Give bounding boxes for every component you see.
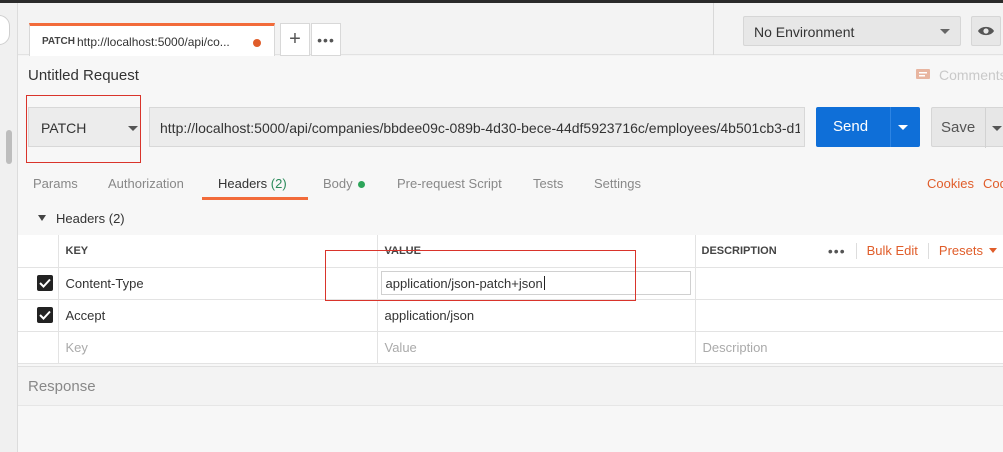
tab-method: PATCH [42, 36, 75, 47]
request-builder: Untitled Request Comments PATCH http://l… [18, 56, 1003, 452]
new-description-input[interactable]: Description [696, 340, 768, 355]
presets-label: Presets [938, 243, 983, 259]
new-value-input[interactable]: Value [378, 340, 417, 355]
table-row: Accept application/json [18, 299, 1003, 332]
header-description[interactable] [696, 308, 703, 323]
plus-icon: + [289, 28, 301, 50]
tab-headers-label: Headers [218, 176, 268, 191]
comments-label: Comments [939, 67, 1003, 83]
more-options-icon[interactable]: ••• [818, 243, 856, 259]
new-key-input[interactable]: Key [59, 340, 88, 355]
comment-icon [916, 69, 930, 79]
request-tab-bar: PATCH http://localhost:5000/api/co... + … [18, 3, 1003, 56]
save-divider [985, 108, 986, 148]
request-tab[interactable]: PATCH http://localhost:5000/api/co... [29, 23, 275, 56]
description-column-header: DESCRIPTION ••• Bulk Edit Presets [695, 235, 1003, 268]
tab-url: http://localhost:5000/api/co... [77, 35, 230, 49]
checkbox-column-header [18, 235, 59, 268]
response-panel-header[interactable]: Response [18, 366, 1003, 406]
save-options-chevron-icon[interactable] [992, 126, 1002, 131]
tab-params[interactable]: Params [33, 176, 78, 191]
tab-body[interactable]: Body [323, 176, 365, 191]
tab-options-button[interactable]: ••• [311, 23, 341, 56]
row-checkbox[interactable] [37, 275, 53, 291]
comments-button[interactable]: Comments [915, 67, 1003, 83]
tab-headers[interactable]: Headers (2) [218, 176, 287, 191]
more-icon: ••• [317, 31, 335, 48]
response-panel-body [18, 407, 1003, 452]
unsaved-dot-icon [253, 39, 261, 47]
header-value[interactable]: application/json [378, 308, 475, 323]
chevron-down-icon [989, 248, 997, 254]
collapse-triangle-icon[interactable] [38, 215, 46, 221]
request-title: Untitled Request [28, 67, 139, 84]
row-checkbox[interactable] [37, 307, 53, 323]
environment-label: No Environment [754, 24, 855, 40]
save-button[interactable]: Save [931, 107, 1003, 148]
response-label: Response [28, 378, 96, 395]
chevron-down-icon [940, 29, 950, 34]
tab-tests[interactable]: Tests [533, 176, 563, 191]
header-key[interactable]: Accept [59, 308, 106, 323]
tab-divider [713, 3, 714, 55]
send-label: Send [833, 118, 869, 135]
sidebar-collapsed [0, 3, 18, 452]
headers-section-header[interactable]: Headers (2) [18, 203, 1003, 235]
environment-select[interactable]: No Environment [743, 16, 961, 46]
code-link[interactable]: Code [983, 176, 1003, 191]
eye-icon [978, 26, 994, 36]
checkmark-icon [39, 310, 51, 320]
annotation-box-method [26, 95, 141, 163]
cookies-link[interactable]: Cookies [927, 176, 974, 191]
bulk-edit-link[interactable]: Bulk Edit [857, 243, 928, 258]
tab-body-label: Body [323, 176, 353, 191]
checkmark-icon [39, 278, 51, 288]
send-divider [890, 107, 891, 147]
annotation-box-value [325, 250, 636, 301]
header-description[interactable] [696, 276, 703, 291]
presets-dropdown[interactable]: Presets [929, 243, 997, 258]
active-tab-indicator [202, 197, 308, 200]
environment-quick-look-button[interactable] [971, 16, 1001, 46]
save-label: Save [941, 119, 976, 136]
header-key[interactable]: Content-Type [59, 276, 144, 291]
url-input[interactable]: http://localhost:5000/api/companies/bbde… [149, 107, 805, 147]
tab-authorization[interactable]: Authorization [108, 176, 184, 191]
table-row-new: Key Value Description [18, 331, 1003, 364]
description-label: DESCRIPTION [701, 244, 777, 257]
tab-prerequest-script[interactable]: Pre-request Script [397, 176, 502, 191]
request-tabs: Params Authorization Headers (2) Body Pr… [18, 166, 1003, 201]
new-tab-button[interactable]: + [280, 23, 310, 56]
tab-settings[interactable]: Settings [594, 176, 641, 191]
sidebar-scrollbar[interactable] [6, 130, 12, 164]
sidebar-toggle-button[interactable] [0, 15, 10, 45]
headers-section-title: Headers (2) [56, 211, 125, 226]
send-options-chevron-icon[interactable] [898, 125, 908, 130]
send-button[interactable]: Send [816, 107, 920, 147]
url-text: http://localhost:5000/api/companies/bbde… [160, 120, 800, 136]
tab-headers-count: (2) [270, 176, 287, 191]
body-indicator-icon [357, 181, 365, 189]
